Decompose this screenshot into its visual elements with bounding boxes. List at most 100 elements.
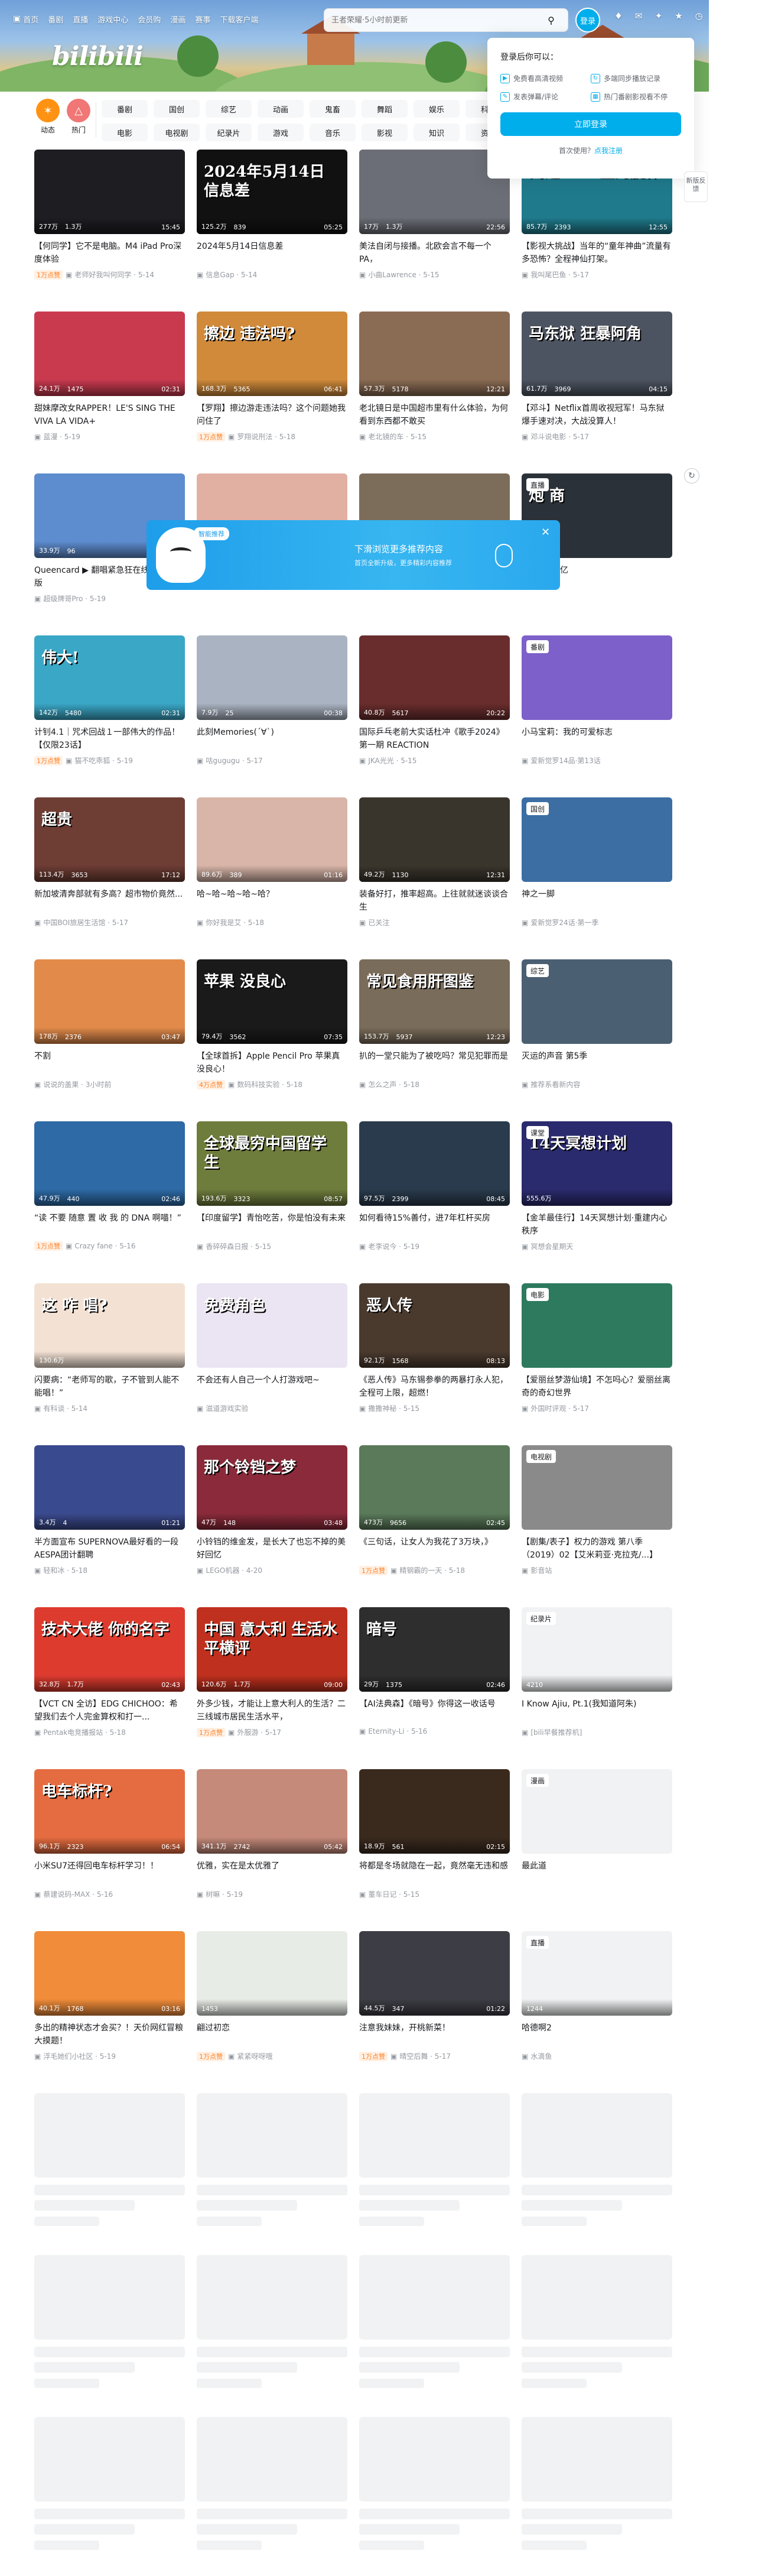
login-now-button[interactable]: 立即登录 [500,112,681,136]
video-thumbnail[interactable]: 那个铃铛之梦 47万 148 03:48 [197,1445,347,1530]
message-icon[interactable]: ✉ [629,11,649,21]
video-title[interactable]: 老北镜日是中国超市里有什么体验，为何看到东西都不敢买 [359,402,510,428]
video-card[interactable]: 这 咋 唱? 130.6万 闪要病：“老师写的歌，子不管到人能不能唱！” ▣ 有科谈 ·… [34,1283,185,1425]
uploader-name[interactable]: 影音站 [530,1565,552,1575]
video-card[interactable]: 漫画 最此道 [522,1769,672,1911]
video-title[interactable]: “读 不要 随意 置 收 我 的 DNA 啊喵！” [34,1212,185,1238]
video-thumbnail[interactable]: 89.6万 389 01:16 [197,797,347,882]
category-item[interactable]: 音乐 [310,124,356,141]
video-card[interactable]: 全球最穷中国留学生 193.6万 3323 08:57 【印度留学】青怡吃苦，你是怕没有… [197,1121,347,1263]
uploader-name[interactable]: 轻和冰 · 5-18 [43,1565,87,1575]
video-title[interactable]: 注意我妹妹，开桃新菜！ [359,2022,510,2048]
uploader-name[interactable]: 数码科技实验 · 5-18 [237,1079,302,1089]
video-title[interactable]: 最此道 [522,1860,672,1886]
video-title[interactable]: 小米SU7还得回电车标杆学习！！ [34,1860,185,1886]
uploader-name[interactable]: 外国时评观 · 5-17 [530,1403,589,1413]
refresh-icon[interactable]: ↻ [684,468,699,484]
video-title[interactable]: 新加坡清奔部就有多高？超市物价竟然... [34,888,185,914]
video-thumbnail[interactable]: 473万 9656 02:45 [359,1445,510,1530]
video-card[interactable]: 综艺 灭运的声音 第5季 ▣ 推荐系看新内容 [522,959,672,1101]
register-link[interactable]: 点我注册 [594,147,623,155]
video-card[interactable]: 7.9万 25 00:38 此刻Memories(ˊ∀ˋ) ▣ 咕gugugu · 5-1… [197,635,347,777]
video-card[interactable]: 3.4万 4 01:21 半方面宣布 SUPERNOVA最好看的一段 AESPA团计翻… [34,1445,185,1587]
video-card[interactable]: 电视剧 【剧集/表子】权力的游戏 第八季（2019）02【艾米莉亚·克拉克/...… [522,1445,672,1587]
video-title[interactable]: 【邓斗】Netflix首周收视冠军！马东狱爆手速对决，大战没算人！ [522,402,672,428]
video-thumbnail[interactable]: 全球最穷中国留学生 193.6万 3323 08:57 [197,1121,347,1206]
video-title[interactable]: 翩过初恋 [197,2022,347,2048]
uploader-name[interactable]: 蓝漫 · 5-19 [43,432,80,442]
video-card[interactable]: 超贵 113.4万 3653 17:12 新加坡清奔部就有多高？超市物价竟然... ▣ 中国… [34,797,185,939]
video-thumbnail[interactable]: 电视剧 [522,1445,672,1530]
video-card[interactable]: 国创 神之一脚 ▣ 爱新觉罗24话·第一季 [522,797,672,939]
nav-item[interactable]: ▣ 首页 [13,14,38,25]
video-thumbnail[interactable]: 178万 2376 03:47 [34,959,185,1044]
category-item[interactable]: 番剧 [102,100,148,118]
video-title[interactable]: 神之一脚 [522,888,672,914]
video-title[interactable]: 扒的一堂只能为了被吃吗？常见犯罪而是 [359,1050,510,1076]
uploader-name[interactable]: 香碎碎森日报 · 5-15 [206,1241,271,1251]
video-thumbnail[interactable]: 97.5万 2399 08:45 [359,1121,510,1206]
video-card[interactable]: 那个铃铛之梦 47万 148 03:48 小铃铛的维金发，是长大了也忘不掉的美好回忆 ▣ L… [197,1445,347,1587]
uploader-name[interactable]: LEGO机器 · 4-20 [206,1565,262,1575]
video-title[interactable]: 美法自闭与接播。北欧会言不每一个PA， [359,240,510,266]
video-thumbnail[interactable]: 47.9万 440 02:46 [34,1121,185,1206]
uploader-name[interactable]: 你好我是艾 · 5-18 [206,917,264,927]
category-item[interactable]: 娱乐 [414,100,460,118]
bilibili-logo[interactable]: bilibili [52,41,144,72]
video-thumbnail[interactable]: 纪录片 4210 [522,1607,672,1692]
video-thumbnail[interactable]: 恶人传 92.1万 1568 08:13 [359,1283,510,1368]
video-thumbnail[interactable]: 341.1万 2742 05:42 [197,1769,347,1854]
video-title[interactable]: 《恶人传》马东锡参拳的两暴打永人犯，全程可上限，超燃！ [359,1374,510,1400]
video-title[interactable]: 【罗翔】擦边游走违法吗？这个问题她我问住了 [197,402,347,428]
video-card[interactable]: 24.1万 1475 02:31 甜妹摩改女RAPPER！LE'S SING THE … [34,312,185,453]
video-title[interactable]: 【AI法典森】《暗号》你得这一收话号 [359,1698,510,1724]
video-thumbnail[interactable]: 2024年5月14日 信息差 125.2万 839 05:25 [197,150,347,234]
feedback-side-tab[interactable]: 新版反馈 [684,171,708,202]
nav-item[interactable]: 赛事 [195,14,210,25]
video-thumbnail[interactable]: 国创 [522,797,672,882]
history-icon[interactable]: ◷ [689,11,709,21]
video-title[interactable]: 《三句话，让女人为我花了3万块，》 [359,1536,510,1562]
video-thumbnail[interactable]: 电影 [522,1283,672,1368]
video-thumbnail[interactable]: 这 咋 唱? 130.6万 [34,1283,185,1368]
video-thumbnail[interactable]: 18.9万 561 02:15 [359,1769,510,1854]
uploader-name[interactable]: Eternity-Li · 5-16 [368,1727,427,1735]
video-thumbnail[interactable]: 擦边 违法吗? 168.3万 5365 06:41 [197,312,347,396]
uploader-name[interactable]: 小曲Lawrence · 5-15 [368,270,439,280]
uploader-name[interactable]: 董车日记 · 5-15 [368,1889,419,1899]
video-title[interactable]: 【影视大挑战】当年的“童年神曲”流量有多恐怖？全程神仙打架。 [522,240,672,266]
video-card[interactable]: 2024年5月14日 信息差 125.2万 839 05:25 2024年5月14日信息… [197,150,347,291]
video-thumbnail[interactable]: 14天冥想计划 课堂 555.6万 [522,1121,672,1206]
video-card[interactable]: 89.6万 389 01:16 哈~哈~哈~哈~哈？ ▣ 你好我是艾 · 5-18 [197,797,347,939]
video-title[interactable]: 将都是冬场就隐在一起，竟然毫无违和感 [359,1860,510,1886]
video-title[interactable]: 【VCT CN 全访】EDG CHICHOO：希望我们去个人完金算权和打一... [34,1698,185,1724]
video-card[interactable]: 14天冥想计划 课堂 555.6万 【金羊最佳行】14天冥想计划·重建内心秩序 ▣ 冥想会… [522,1121,672,1263]
video-thumbnail[interactable]: 伟大! 142万 5480 02:31 [34,635,185,720]
uploader-name[interactable]: 怎么之声 · 5-18 [368,1079,419,1089]
video-card[interactable]: 中国 意大利 生活水平横评 120.6万 1.7万 09:00 外多少钱，才能让上意大利… [197,1607,347,1749]
video-card[interactable]: 纪录片 4210 I Know Ajiu, Pt.1(我知道阿朱) ▣ [bili早餐推… [522,1607,672,1749]
nav-item[interactable]: 下载客户端 [220,14,258,25]
uploader-name[interactable]: 猫不吃乖狐 · 5-19 [74,755,133,765]
uploader-name[interactable]: 老师好我叫何同学 · 5-14 [74,270,154,280]
uploader-name[interactable]: 中国BOI旅居生活馆 · 5-17 [43,917,128,927]
uploader-name[interactable]: 滋道游戏实验 [206,1403,248,1413]
video-title[interactable]: I Know Ajiu, Pt.1(我知道阿朱) [522,1698,672,1724]
uploader-name[interactable]: 树嘛 · 5-19 [206,1889,243,1899]
uploader-name[interactable]: 外服游 · 5-17 [237,1727,281,1737]
uploader-name[interactable]: 撒撒神秘 · 5-15 [368,1403,419,1413]
video-card[interactable]: 电车标杆? 96.1万 2323 06:54 小米SU7还得回电车标杆学习！！ ▣ 蔡建说码… [34,1769,185,1911]
video-title[interactable]: 哈~哈~哈~哈~哈？ [197,888,347,914]
uploader-name[interactable]: 爱新觉罗14品·第13话 [530,755,600,765]
video-title[interactable]: 国际乒乓老前大实话杜冲《歌手2024》第一期 REACTION [359,726,510,752]
category-item[interactable]: 鬼畜 [310,100,356,118]
video-card[interactable]: 暗号 29万 1375 02:46 【AI法典森】《暗号》你得这一收话号 ▣ Eternit… [359,1607,510,1749]
category-item[interactable]: 电影 [102,124,148,141]
category-item[interactable]: 综艺 [206,100,252,118]
video-card[interactable]: 473万 9656 02:45 《三句话，让女人为我花了3万块，》 1万点赞 ▣ 精钢霸的一… [359,1445,510,1587]
video-card[interactable]: 40.1万 1768 03:16 多出的精神状态才会买？！天价网红冒粮大摸题！ ▣ 浮毛她… [34,1931,185,2073]
uploader-name[interactable]: 老李说今 · 5-19 [368,1241,419,1251]
uploader-name[interactable]: 咕gugugu · 5-17 [206,755,262,765]
video-card[interactable]: 18.9万 561 02:15 将都是冬场就隐在一起，竟然毫无违和感 ▣ 董车日记 · 5… [359,1769,510,1911]
video-thumbnail[interactable]: 综艺 [522,959,672,1044]
